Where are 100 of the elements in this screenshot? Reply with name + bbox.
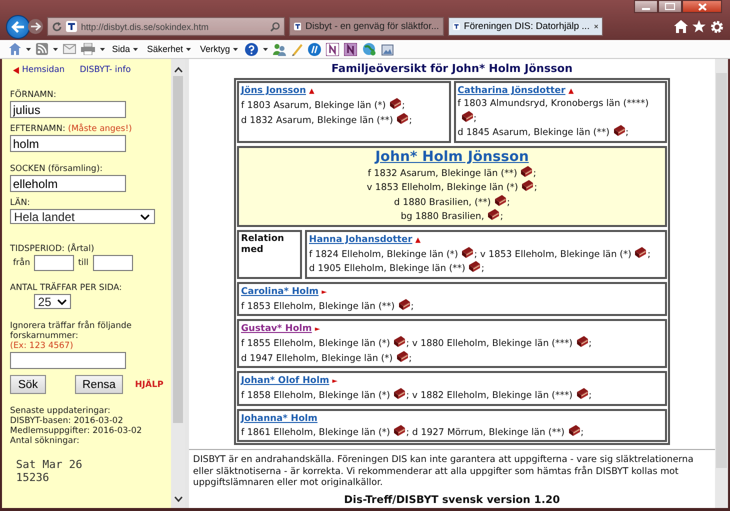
person-link[interactable]: Johan* Olof Holm bbox=[241, 375, 330, 386]
separator: ; bbox=[647, 248, 651, 260]
separator: ; bbox=[406, 390, 410, 401]
parish-field[interactable]: elleholm bbox=[10, 175, 126, 192]
address-bar[interactable]: http://disbyt.dis.se/sokindex.htm bbox=[47, 17, 285, 36]
book-icon[interactable] bbox=[398, 298, 411, 310]
favorites-star-icon[interactable] bbox=[692, 20, 706, 33]
book-icon[interactable] bbox=[521, 180, 534, 191]
book-icon[interactable] bbox=[576, 336, 589, 347]
scrollbar[interactable] bbox=[171, 59, 185, 508]
chevron-up-icon[interactable] bbox=[174, 67, 182, 73]
book-icon[interactable] bbox=[396, 112, 410, 124]
book-icon[interactable] bbox=[468, 261, 482, 272]
menu-button[interactable]: Säkerhet bbox=[145, 44, 194, 54]
person-link[interactable]: Jöns Jonsson bbox=[241, 85, 306, 96]
notebook-icon[interactable] bbox=[344, 42, 358, 56]
fact-text: v 1880 Elleholm, Blekinge län (***) bbox=[412, 338, 573, 349]
fact-text: f 1803 Almundsryd, Kronobergs län (****) bbox=[458, 98, 649, 109]
help-icon[interactable] bbox=[245, 42, 258, 56]
home-icon[interactable] bbox=[674, 20, 688, 33]
maximize-button[interactable] bbox=[658, 0, 682, 13]
to-year-field[interactable] bbox=[92, 255, 133, 271]
book-icon[interactable] bbox=[612, 125, 626, 136]
update-info: Antal sökningar: bbox=[10, 436, 80, 446]
person-link[interactable]: Johanna* Holm bbox=[241, 412, 318, 424]
book-icon[interactable] bbox=[576, 388, 589, 399]
help-link[interactable]: HJÄLP bbox=[135, 380, 164, 390]
book-icon[interactable] bbox=[393, 388, 406, 399]
relation-label: Relation med bbox=[237, 230, 302, 278]
search-button[interactable]: Sök bbox=[10, 375, 46, 394]
first-name-field[interactable]: julius bbox=[10, 101, 126, 118]
book-icon[interactable] bbox=[634, 246, 648, 258]
separator: ; bbox=[474, 112, 477, 124]
fact-text: v 1853 Elleholm, Blekinge län (*) bbox=[366, 182, 518, 193]
chevron-down-icon[interactable] bbox=[174, 496, 182, 502]
fact-text: v 1853 Elleholm, Blekinge län (*) bbox=[480, 248, 632, 260]
home-link[interactable]: Hemsidan bbox=[22, 65, 65, 75]
circle-logo-icon[interactable] bbox=[308, 42, 322, 56]
county-dropdown[interactable]: Hela landet bbox=[10, 209, 155, 224]
separator: ; bbox=[506, 196, 510, 208]
separator: ; bbox=[406, 426, 410, 438]
researcher-number-field[interactable] bbox=[10, 352, 126, 369]
caret-icon[interactable] bbox=[26, 48, 31, 50]
fact-text: f 1824 Elleholm, Blekinge län (*) bbox=[309, 248, 458, 260]
feed-icon[interactable] bbox=[36, 43, 48, 55]
close-icon[interactable] bbox=[594, 23, 598, 30]
settings-icon[interactable] bbox=[710, 20, 724, 34]
clear-button[interactable]: Rensa bbox=[75, 375, 123, 394]
book-icon[interactable] bbox=[568, 424, 581, 436]
person-link[interactable]: Catharina Jönsdotter bbox=[458, 85, 566, 96]
book-icon[interactable] bbox=[393, 336, 406, 347]
scrollbar[interactable] bbox=[715, 59, 728, 508]
separator: ; bbox=[474, 248, 478, 260]
fact-text: f 1855 Elleholm, Blekinge län (*) bbox=[241, 338, 390, 349]
fact-text: f 1832 Asarum, Blekinge län (**) bbox=[368, 168, 518, 178]
arrow-right-icon bbox=[30, 22, 40, 31]
notebook-icon[interactable] bbox=[326, 42, 340, 56]
minimize-button[interactable] bbox=[634, 0, 658, 13]
book-icon[interactable] bbox=[393, 424, 406, 436]
forward-button[interactable] bbox=[28, 19, 43, 34]
caret-icon[interactable] bbox=[263, 48, 268, 50]
book-icon[interactable] bbox=[396, 350, 409, 362]
close-button[interactable] bbox=[682, 0, 722, 13]
globe-icon[interactable] bbox=[362, 42, 376, 56]
browser-tab[interactable]: Föreningen DIS: Datorhjälp ... bbox=[448, 17, 603, 36]
update-info: Senaste uppdateringar: bbox=[10, 406, 112, 416]
person-link[interactable]: Gustav* Holm bbox=[241, 323, 312, 334]
book-icon[interactable] bbox=[460, 110, 474, 122]
hits-dropdown[interactable]: 25 bbox=[34, 294, 71, 309]
back-button[interactable] bbox=[6, 14, 30, 38]
search-icon[interactable] bbox=[270, 22, 280, 32]
image-icon[interactable] bbox=[381, 42, 394, 56]
fact-text: v 1882 Elleholm, Blekinge län (***) bbox=[412, 390, 573, 401]
print-icon[interactable] bbox=[81, 43, 95, 55]
field-label: till bbox=[78, 258, 89, 268]
menu-button[interactable]: Verktyg bbox=[198, 44, 240, 54]
separator: ; bbox=[406, 338, 410, 349]
book-icon[interactable] bbox=[520, 166, 534, 176]
separator: ; bbox=[534, 182, 538, 193]
person-link[interactable]: John* Holm Jönsson bbox=[375, 148, 529, 166]
book-icon[interactable] bbox=[461, 246, 474, 258]
people-icon[interactable] bbox=[273, 42, 286, 56]
info-link[interactable]: DISBYT- info bbox=[80, 65, 131, 75]
book-icon[interactable] bbox=[487, 209, 500, 220]
person-link[interactable]: Carolina* Holm bbox=[241, 286, 319, 296]
caret-icon[interactable] bbox=[100, 48, 105, 50]
menu-button[interactable]: Sida bbox=[110, 44, 140, 54]
person-link[interactable]: Hanna Johansdotter bbox=[309, 234, 412, 244]
refresh-icon[interactable] bbox=[52, 22, 62, 32]
from-year-field[interactable] bbox=[34, 255, 74, 271]
last-name-field[interactable]: holm bbox=[10, 135, 126, 152]
book-icon[interactable] bbox=[388, 98, 402, 109]
counter-text: 15236 bbox=[16, 471, 50, 484]
field-label: SOCKEN (församling): bbox=[10, 164, 104, 174]
browser-tab[interactable]: Disbyt - en genväg för släktfor... bbox=[289, 17, 444, 36]
book-icon[interactable] bbox=[494, 194, 507, 206]
caret-icon[interactable] bbox=[53, 48, 58, 50]
counter-text: Sat Mar 26 bbox=[16, 458, 84, 471]
separator: ; bbox=[481, 263, 484, 274]
field-label: Ignorera träffar från följande forskarnummer: bbox=[10, 321, 133, 341]
